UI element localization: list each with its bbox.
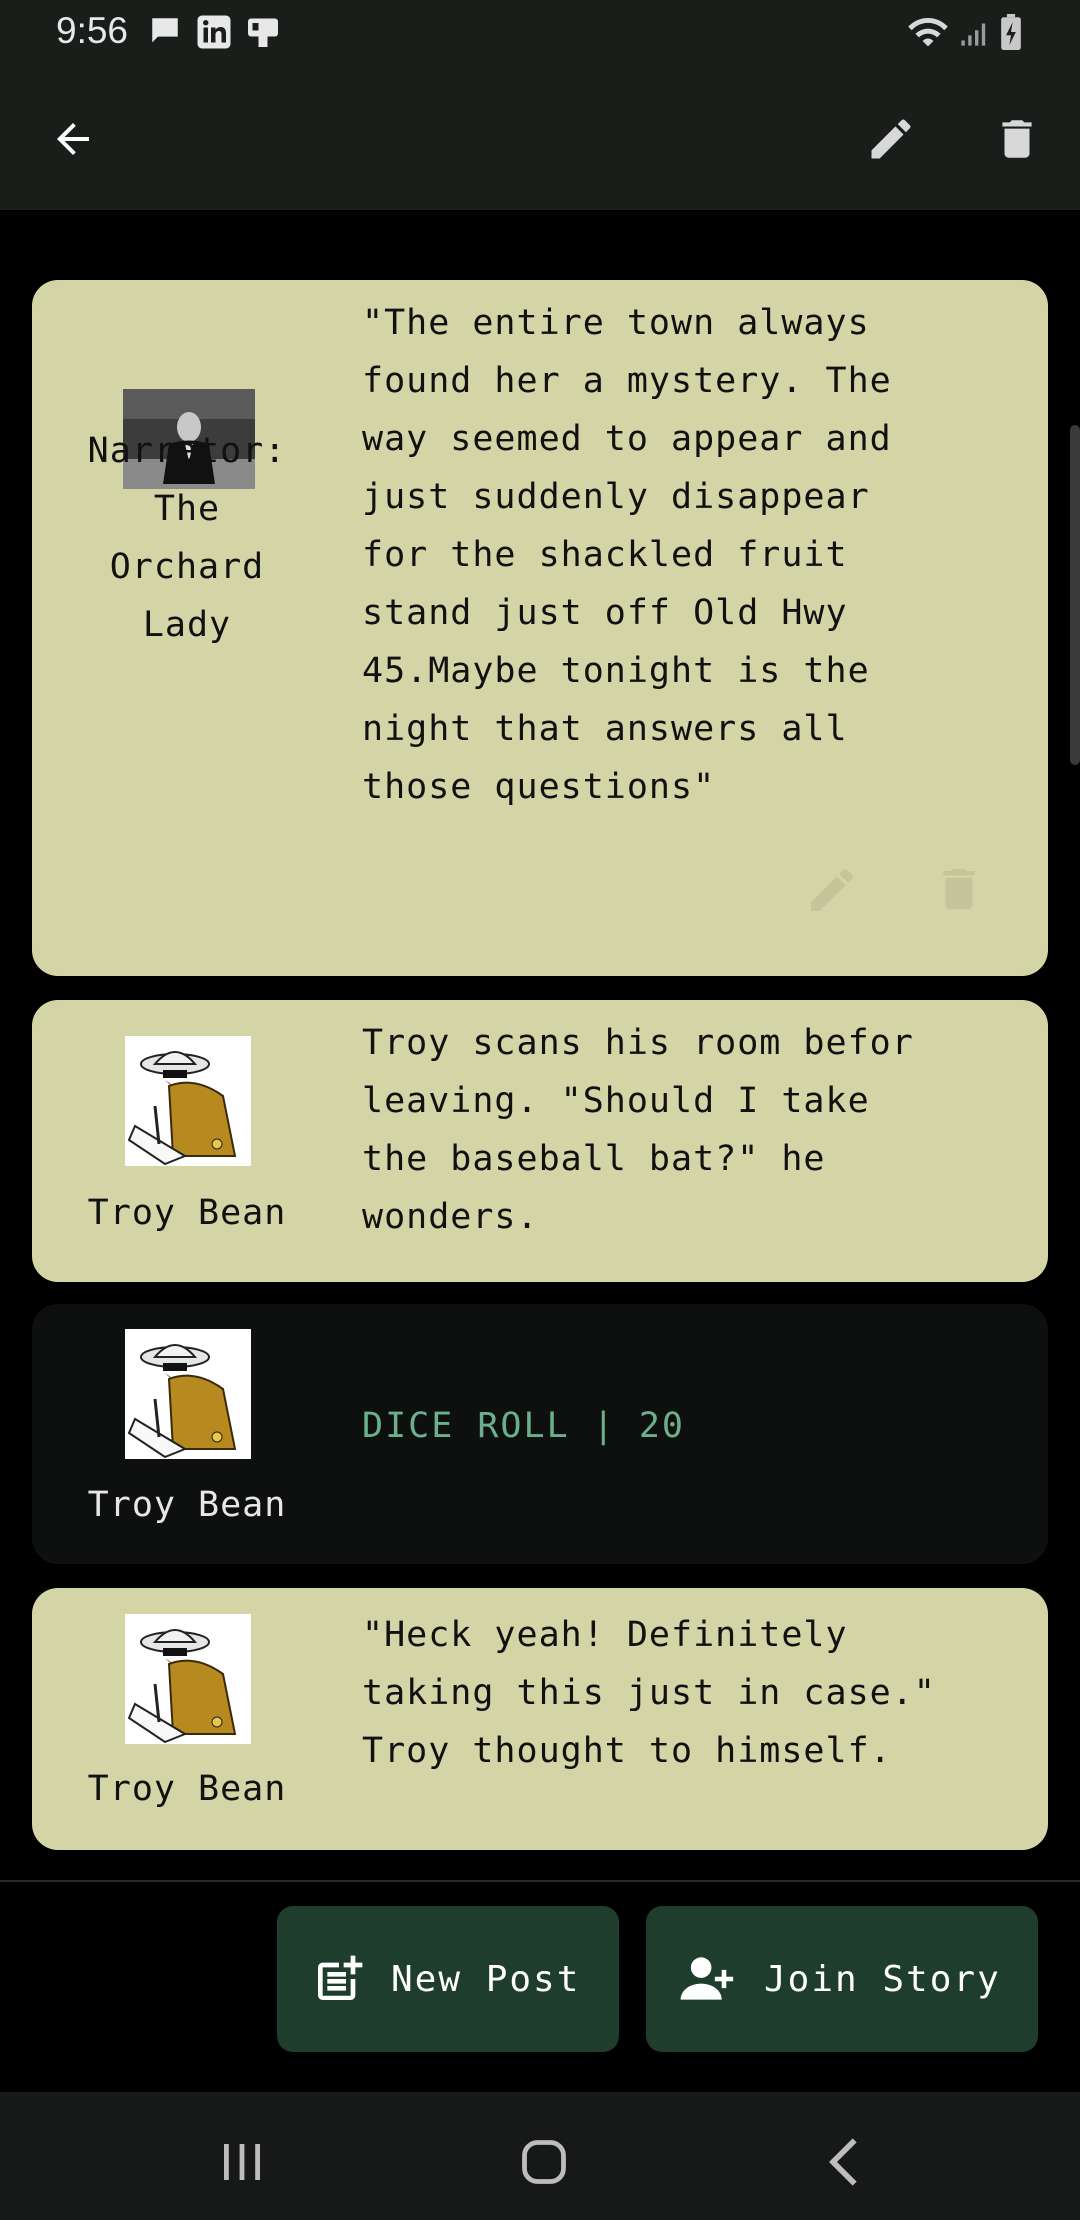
post-text: "Heck yeah! Definitely taking this just … [362, 1615, 936, 1771]
new-post-button[interactable]: New Post [277, 1906, 619, 2052]
post-author-column: Troy Bean [32, 1000, 342, 1282]
cast-icon [244, 14, 282, 54]
linkedin-icon [196, 14, 232, 54]
spy-avatar [125, 1329, 251, 1459]
post-author-column: Narrator: The Orchard Lady [32, 280, 342, 976]
post-author-column: Troy Bean [32, 1588, 342, 1850]
post-add-icon [318, 1955, 363, 2000]
app-bar [0, 64, 1080, 210]
post-card: Narrator: The Orchard Lady "The entire t… [32, 280, 1048, 976]
post-author-name: Troy Bean [87, 1769, 287, 1809]
home-button[interactable] [504, 2122, 584, 2202]
post-author-name: Troy Bean [87, 1485, 287, 1525]
post-author-column: Troy Bean [32, 1304, 342, 1564]
post-author-name: Troy Bean [87, 1193, 287, 1233]
story-feed[interactable]: Narrator: The Orchard Lady "The entire t… [0, 210, 1080, 1882]
post-edit-button[interactable] [804, 862, 860, 922]
recent-apps-button[interactable] [202, 2122, 282, 2202]
home-icon [522, 2140, 566, 2184]
chevron-left-icon [829, 2138, 857, 2186]
edit-story-button[interactable] [856, 104, 926, 174]
dice-roll-result: DICE ROLL | 20 [362, 1406, 686, 1446]
back-nav-button[interactable] [806, 2122, 886, 2202]
post-text: "The entire town always found her a myst… [362, 303, 892, 807]
post-delete-button[interactable] [932, 860, 986, 922]
scrollbar-thumb[interactable] [1070, 425, 1080, 765]
bottom-action-bar: New Post Join Story [0, 1880, 1080, 2094]
pencil-icon [871, 119, 911, 159]
post-author-name: Narrator: The Orchard Lady [87, 431, 287, 645]
status-bar: 9:56 [0, 0, 1080, 64]
post-card: Troy Bean Troy scans his room befor leav… [32, 1000, 1048, 1282]
trash-icon [1002, 120, 1032, 158]
arrow-left-icon [57, 123, 89, 155]
person-add-icon [680, 1957, 734, 2000]
delete-story-button[interactable] [982, 104, 1052, 174]
pencil-icon [811, 868, 853, 911]
signal-icon [958, 14, 992, 54]
spy-avatar [125, 1036, 251, 1166]
new-post-label: New Post [391, 1958, 581, 2000]
message-icon [148, 14, 182, 52]
post-text: Troy scans his room befor leaving. "Shou… [362, 1023, 914, 1237]
wifi-icon [906, 14, 950, 54]
battery-charging-icon [1000, 14, 1022, 54]
system-nav-bar [0, 2092, 1080, 2220]
back-button[interactable] [38, 104, 108, 174]
post-card: Troy Bean "Heck yeah! Definitely taking … [32, 1588, 1048, 1850]
recent-apps-icon [224, 2144, 260, 2180]
join-story-button[interactable]: Join Story [646, 1906, 1038, 2052]
status-time: 9:56 [56, 10, 129, 51]
trash-icon [943, 868, 975, 910]
dice-roll-card: Troy Bean DICE ROLL | 20 [32, 1304, 1048, 1564]
spy-avatar [125, 1614, 251, 1744]
join-story-label: Join Story [764, 1958, 1001, 2000]
